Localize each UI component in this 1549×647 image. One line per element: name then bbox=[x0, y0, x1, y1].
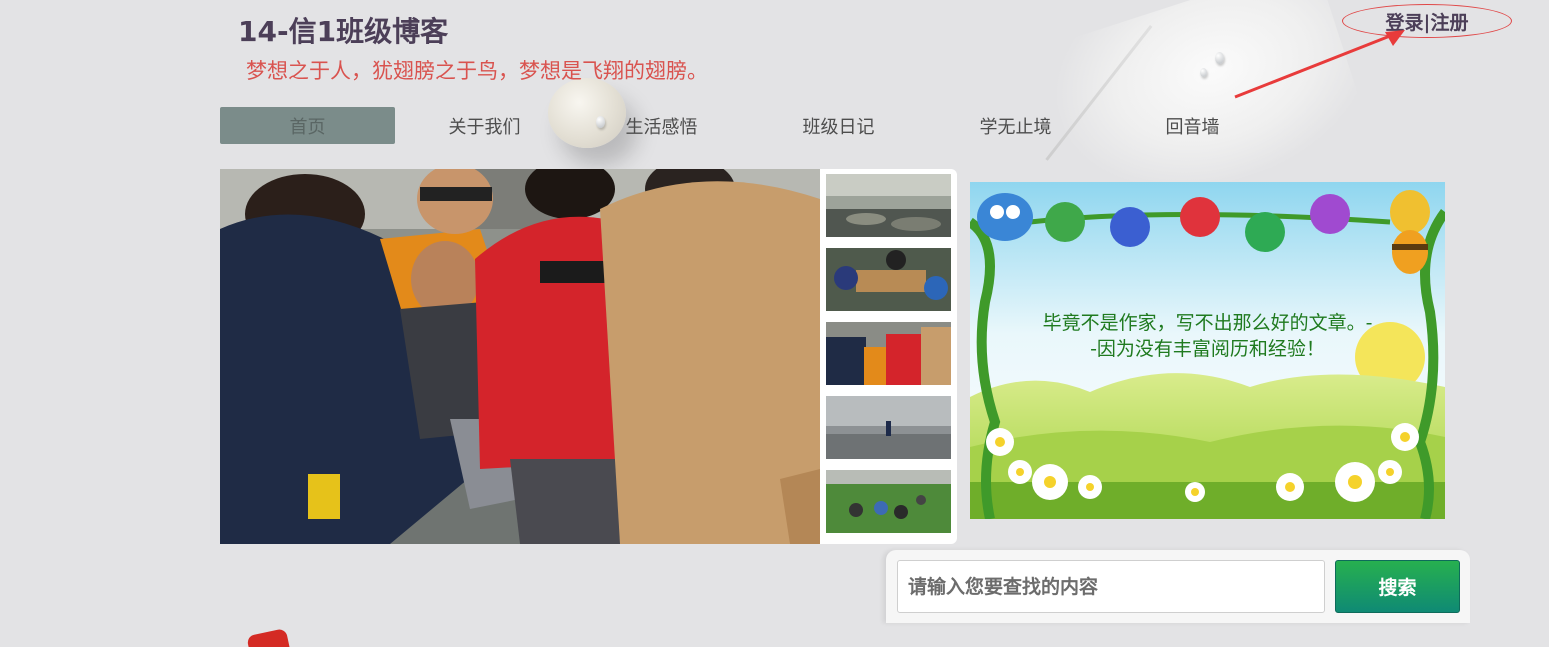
main-slide-photo[interactable] bbox=[220, 169, 820, 544]
nav-item-diary[interactable]: 班级日记 bbox=[751, 107, 926, 144]
site-title: 14-信1班级博客 bbox=[238, 15, 449, 48]
class-banner-image: 毕竟不是作家，写不出那么好的文章。- -因为没有丰富阅历和经验！ bbox=[970, 182, 1445, 519]
annotation-arrow-icon bbox=[1234, 30, 1405, 99]
nav-item-guestbook[interactable]: 回音墙 bbox=[1105, 107, 1280, 144]
thumbnail-strip bbox=[820, 169, 957, 544]
nav-item-life[interactable]: 生活感悟 bbox=[574, 107, 749, 144]
thumbnail-3[interactable] bbox=[826, 322, 951, 385]
banner-quote-line1: 毕竟不是作家，写不出那么好的文章。- bbox=[1042, 312, 1373, 334]
search-panel: 搜索 bbox=[886, 550, 1470, 623]
thumbnail-5[interactable] bbox=[826, 470, 951, 533]
site-motto: 梦想之于人，犹翅膀之于鸟，梦想是飞翔的翅膀。 bbox=[246, 59, 708, 83]
water-drop-decoration bbox=[1200, 68, 1207, 77]
nav-item-home[interactable]: 首页 bbox=[220, 107, 395, 144]
main-nav: 首页 关于我们 生活感悟 班级日记 学无止境 回音墙 bbox=[220, 107, 1282, 144]
nav-item-about[interactable]: 关于我们 bbox=[397, 107, 572, 144]
nav-item-study[interactable]: 学无止境 bbox=[928, 107, 1103, 144]
thumbnail-4[interactable] bbox=[826, 396, 951, 459]
banner-quote: 毕竟不是作家，写不出那么好的文章。- -因为没有丰富阅历和经验！ bbox=[970, 310, 1445, 362]
thumbnail-1[interactable] bbox=[826, 174, 951, 237]
search-input[interactable] bbox=[897, 560, 1325, 613]
thumbnail-2[interactable] bbox=[826, 248, 951, 311]
search-button[interactable]: 搜索 bbox=[1335, 560, 1460, 613]
water-drop-decoration bbox=[1215, 52, 1224, 64]
banner-quote-line2: -因为没有丰富阅历和经验！ bbox=[1090, 338, 1325, 360]
red-corner-decoration bbox=[246, 628, 290, 647]
